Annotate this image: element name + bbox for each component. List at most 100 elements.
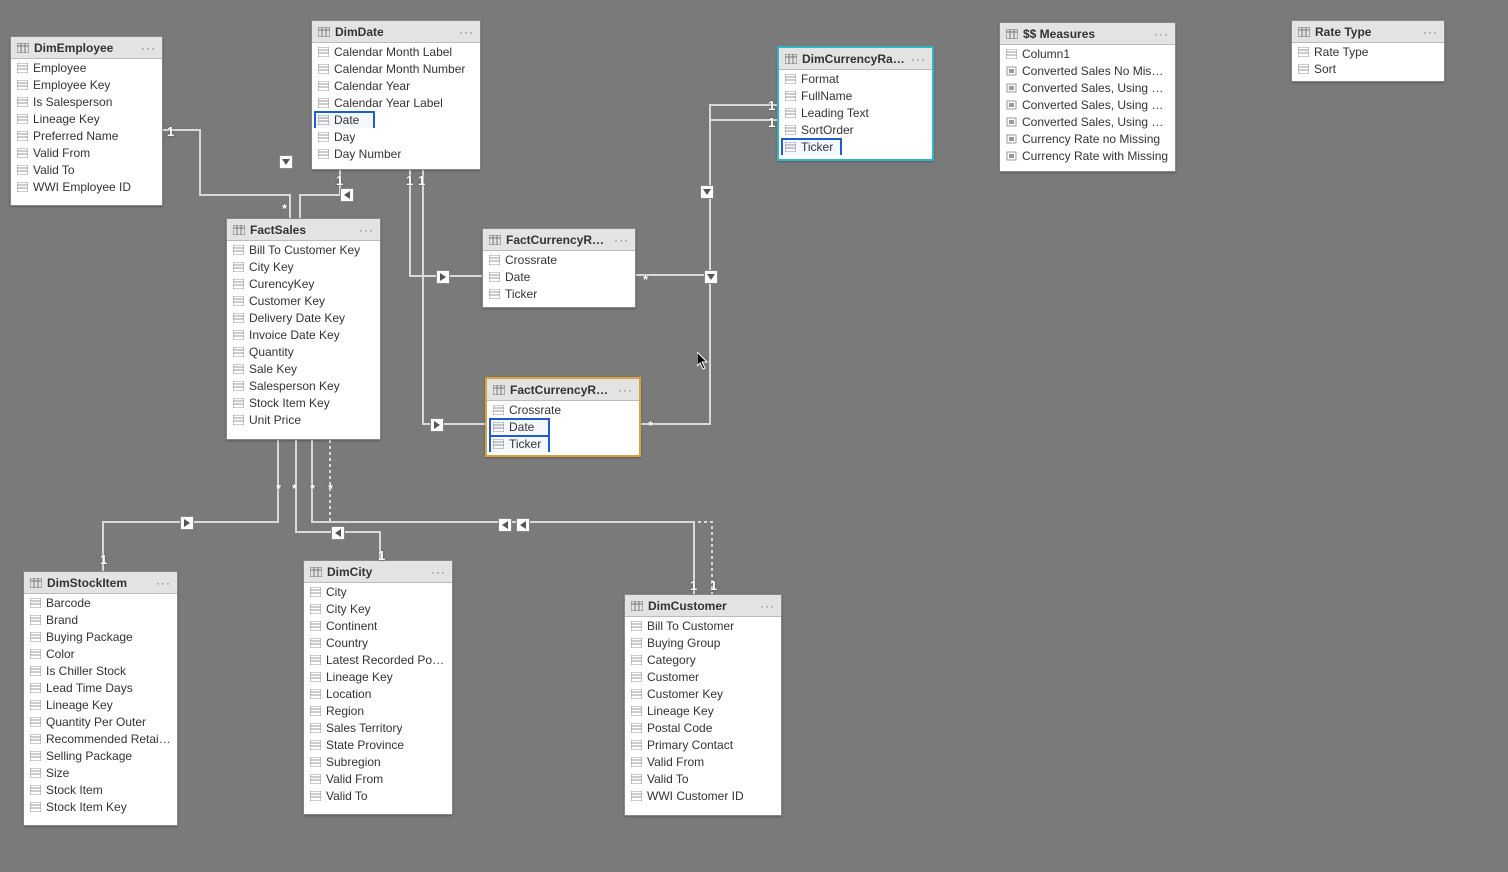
field-row[interactable]: Lead Time Days (24, 679, 177, 696)
field-row[interactable]: Lineage Key (24, 696, 177, 713)
field-row[interactable]: Crossrate (483, 251, 635, 268)
field-row[interactable]: WWI Employee ID (11, 178, 162, 195)
field-row[interactable]: Day (312, 128, 480, 145)
field-row[interactable]: Valid From (304, 770, 452, 787)
field-row[interactable]: Salesperson Key (227, 377, 380, 394)
table-header[interactable]: DimEmployee··· (11, 37, 162, 59)
field-row[interactable]: Invoice Date Key (227, 326, 380, 343)
field-row[interactable]: Continent (304, 617, 452, 634)
table-card-factsales[interactable]: FactSales···Bill To Customer KeyCity Key… (226, 218, 381, 440)
field-row[interactable]: City Key (227, 258, 380, 275)
field-row[interactable]: Ticker (779, 138, 932, 155)
field-row[interactable]: Recommended Retail Price (24, 730, 177, 747)
field-row[interactable]: Lineage Key (304, 668, 452, 685)
field-row[interactable]: Sale Key (227, 360, 380, 377)
table-menu-button[interactable]: ··· (459, 25, 474, 39)
field-row[interactable]: Bill To Customer (625, 617, 781, 634)
field-row[interactable]: Rate Type (1292, 43, 1444, 60)
table-card-dimdate[interactable]: DimDate···Calendar Month LabelCalendar M… (311, 20, 481, 170)
field-row[interactable]: City (304, 583, 452, 600)
field-row[interactable]: Lineage Key (11, 110, 162, 127)
table-menu-button[interactable]: ··· (431, 565, 446, 579)
table-menu-button[interactable]: ··· (911, 52, 926, 66)
field-row[interactable]: Valid To (11, 161, 162, 178)
table-card-measures[interactable]: $$ Measures···Column1Converted Sales No … (999, 22, 1176, 172)
table-card-dimcurrencyrates[interactable]: DimCurrencyRates···FormatFullNameLeading… (777, 46, 934, 161)
table-menu-button[interactable]: ··· (760, 599, 775, 613)
field-row[interactable]: Location (304, 685, 452, 702)
field-row[interactable]: CurencyKey (227, 275, 380, 292)
table-card-factcurrencyratesn[interactable]: FactCurrencyRatesN...···CrossrateDateTic… (485, 377, 641, 457)
table-header[interactable]: DimCity··· (304, 561, 452, 583)
field-row[interactable]: City Key (304, 600, 452, 617)
field-row[interactable]: Valid From (11, 144, 162, 161)
field-row[interactable]: Calendar Year (312, 77, 480, 94)
field-row[interactable]: Unit Price (227, 411, 380, 428)
field-row[interactable]: Customer (625, 668, 781, 685)
field-row[interactable]: Bill To Customer Key (227, 241, 380, 258)
table-menu-button[interactable]: ··· (1423, 25, 1438, 39)
table-menu-button[interactable]: ··· (156, 576, 171, 590)
field-row[interactable]: Converted Sales No Missing (1000, 62, 1175, 79)
field-row[interactable]: Size (24, 764, 177, 781)
field-row[interactable]: Buying Group (625, 634, 781, 651)
field-row[interactable]: Category (625, 651, 781, 668)
field-row[interactable]: Postal Code (625, 719, 781, 736)
model-canvas[interactable]: DimEmployee···EmployeeEmployee KeyIs Sal… (0, 0, 1508, 872)
table-header[interactable]: DimDate··· (312, 21, 480, 43)
field-row[interactable]: Country (304, 634, 452, 651)
field-row[interactable]: Format (779, 70, 932, 87)
table-card-dimcustomer[interactable]: DimCustomer···Bill To CustomerBuying Gro… (624, 594, 782, 816)
table-header[interactable]: $$ Measures··· (1000, 23, 1175, 45)
field-row[interactable]: Date (312, 111, 480, 128)
field-row[interactable]: WWI Customer ID (625, 787, 781, 804)
field-row[interactable]: Date (487, 418, 639, 435)
field-row[interactable]: Is Salesperson (11, 93, 162, 110)
field-row[interactable]: Employee Key (11, 76, 162, 93)
field-row[interactable]: Date (483, 268, 635, 285)
table-menu-button[interactable]: ··· (1154, 27, 1169, 41)
field-row[interactable]: Selling Package (24, 747, 177, 764)
field-row[interactable]: Ticker (483, 285, 635, 302)
field-row[interactable]: Buying Package (24, 628, 177, 645)
field-row[interactable]: Valid From (625, 753, 781, 770)
field-row[interactable]: Barcode (24, 594, 177, 611)
field-row[interactable]: FullName (779, 87, 932, 104)
field-row[interactable]: Crossrate (487, 401, 639, 418)
table-menu-button[interactable]: ··· (141, 41, 156, 55)
field-row[interactable]: Leading Text (779, 104, 932, 121)
table-header[interactable]: FactCurrencyRates··· (483, 229, 635, 251)
table-card-dimcity[interactable]: DimCity···CityCity KeyContinentCountryLa… (303, 560, 453, 815)
field-row[interactable]: Calendar Month Number (312, 60, 480, 77)
table-header[interactable]: DimCustomer··· (625, 595, 781, 617)
table-card-dimstockitem[interactable]: DimStockItem···BarcodeBrandBuying Packag… (23, 571, 178, 826)
field-row[interactable]: Currency Rate with Missing (1000, 147, 1175, 164)
field-row[interactable]: Latest Recorded Populati... (304, 651, 452, 668)
field-row[interactable]: Employee (11, 59, 162, 76)
field-row[interactable]: Region (304, 702, 452, 719)
field-row[interactable]: Converted Sales, Using Selected... (1000, 113, 1175, 130)
field-row[interactable]: Subregion (304, 753, 452, 770)
field-row[interactable]: Lineage Key (625, 702, 781, 719)
field-row[interactable]: Primary Contact (625, 736, 781, 753)
field-row[interactable]: Sales Territory (304, 719, 452, 736)
field-row[interactable]: Calendar Month Label (312, 43, 480, 60)
table-card-ratetype[interactable]: Rate Type···Rate TypeSort (1291, 20, 1445, 82)
field-row[interactable]: Valid To (625, 770, 781, 787)
table-card-dimemployee[interactable]: DimEmployee···EmployeeEmployee KeyIs Sal… (10, 36, 163, 206)
field-row[interactable]: Stock Item (24, 781, 177, 798)
field-row[interactable]: Quantity Per Outer (24, 713, 177, 730)
field-row[interactable]: Converted Sales, Using Last Rep... (1000, 96, 1175, 113)
field-row[interactable]: Brand (24, 611, 177, 628)
field-row[interactable]: Calendar Year Label (312, 94, 480, 111)
field-row[interactable]: Sort (1292, 60, 1444, 77)
field-row[interactable]: State Province (304, 736, 452, 753)
table-header[interactable]: DimStockItem··· (24, 572, 177, 594)
table-header[interactable]: DimCurrencyRates··· (779, 48, 932, 70)
table-menu-button[interactable]: ··· (614, 233, 629, 247)
field-row[interactable]: Stock Item Key (24, 798, 177, 815)
field-row[interactable]: Currency Rate no Missing (1000, 130, 1175, 147)
field-row[interactable]: Day Number (312, 145, 480, 162)
field-row[interactable]: Customer Key (227, 292, 380, 309)
field-row[interactable]: Valid To (304, 787, 452, 804)
